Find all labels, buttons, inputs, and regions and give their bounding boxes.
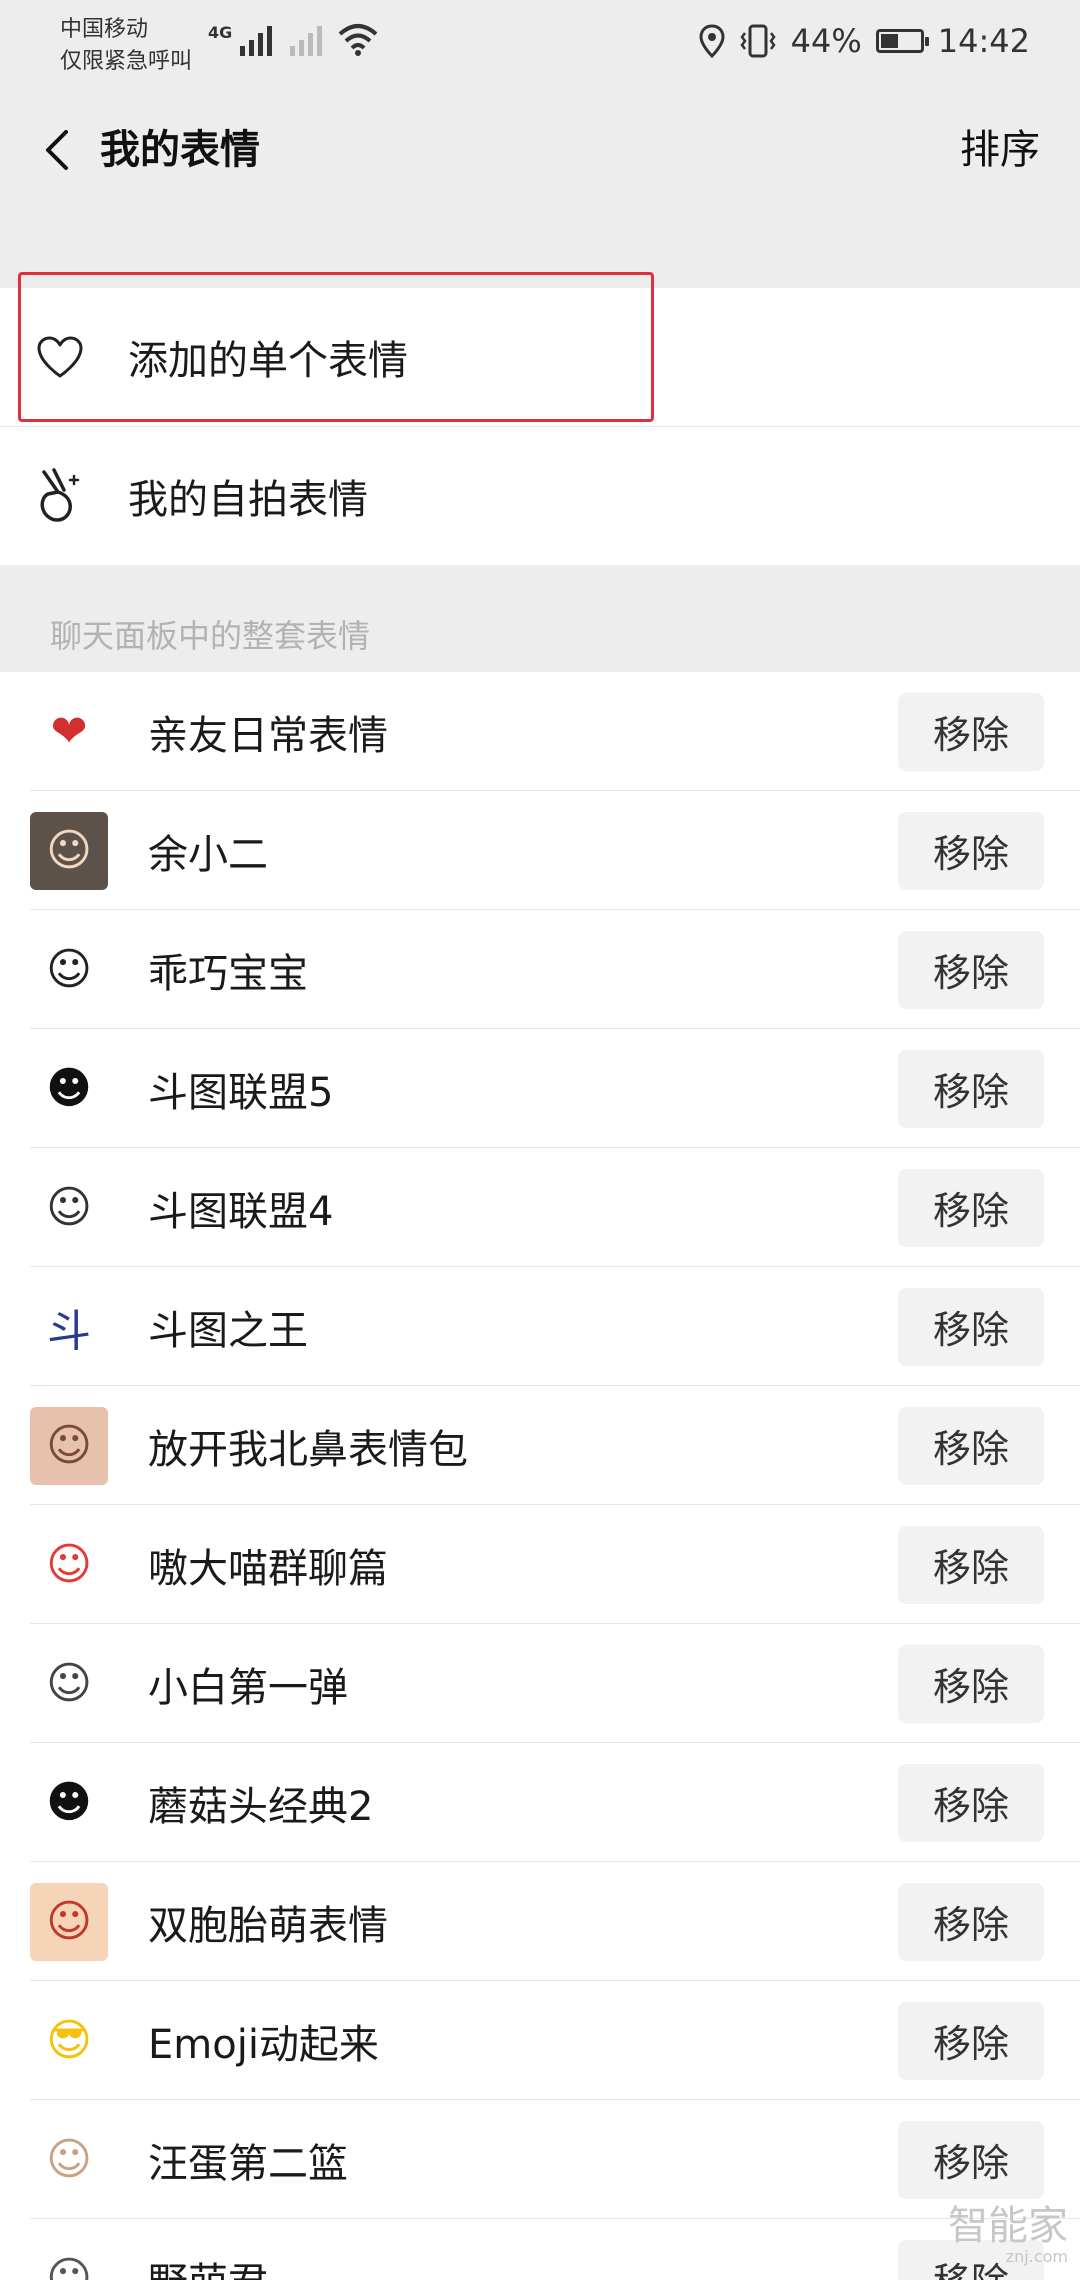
remove-button[interactable]: 移除 <box>898 811 1044 890</box>
sticker-pack-name: Emoji动起来 <box>148 2021 379 2068</box>
remove-button[interactable]: 移除 <box>898 1525 1044 1604</box>
sticker-pack-row[interactable]: ☺ 汪蛋第二篮 移除 <box>0 2100 1080 2219</box>
remove-button[interactable]: 移除 <box>898 1882 1044 1961</box>
sticker-pack-name: 汪蛋第二篮 <box>148 2140 348 2187</box>
sticker-pack-row[interactable]: ☺野萌君移除 <box>0 2219 1080 2280</box>
meme-face-icon: ☺ <box>30 1168 108 1247</box>
remove-button[interactable]: 移除 <box>898 692 1044 771</box>
sticker-pack-name: 蘑菇头经典2 <box>148 1783 374 1830</box>
battery-fill <box>880 34 898 48</box>
nav-bar: 我的表情 排序 <box>0 100 1080 200</box>
sticker-pack-name: 余小二 <box>148 831 268 878</box>
victory-hand-icon <box>32 468 88 524</box>
battery-percent: 44% <box>790 22 862 60</box>
baby-photo-icon: ☺ <box>30 1406 108 1485</box>
watermark-domain: znj.com <box>1005 2247 1068 2266</box>
sticker-pack-name: 亲友日常表情 <box>148 712 388 759</box>
sticker-pack-row[interactable]: ☺ 余小二 移除 <box>0 791 1080 910</box>
round-face-icon: ☺ <box>30 2239 108 2280</box>
twins-photo-icon: ☺ <box>30 1882 108 1961</box>
sticker-pack-row[interactable]: ☺ 双胞胎萌表情 移除 <box>0 1862 1080 1981</box>
no-signal-bars-icon <box>290 22 323 56</box>
carrier-status: 仅限紧急呼叫 <box>60 49 193 74</box>
remove-button[interactable]: 移除 <box>898 1168 1044 1247</box>
carrier-info: 中国移动 仅限紧急呼叫 <box>60 14 192 78</box>
remove-button[interactable]: 移除 <box>898 1644 1044 1723</box>
remove-button[interactable]: 移除 <box>898 2120 1044 2199</box>
sunglasses-emoji-icon: 😎 <box>30 2001 108 2080</box>
sticker-pack-row[interactable]: 斗斗图之王 移除 <box>0 1267 1080 1386</box>
status-bar: 中国移动 仅限紧急呼叫 4G 44% 14:42 <box>0 0 1080 100</box>
sticker-pack-row[interactable]: ☺ 放开我北鼻表情包 移除 <box>0 1386 1080 1505</box>
sticker-pack-row[interactable]: ☺ 嗷大喵群聊篇 移除 <box>0 1505 1080 1624</box>
sticker-pack-list: ❤ 亲友日常表情 移除 ☺ 余小二 移除 ☺ 乖巧宝宝 移除 ☻ 斗图联盟5 移除 ☺ 斗图联盟4 移除斗斗… <box>0 672 1080 2280</box>
sticker-pack-row[interactable]: ☻ 蘑菇头经典2 移除 <box>0 1743 1080 1862</box>
sticker-pack-row[interactable]: 😎 Emoji动起来 移除 <box>0 1981 1080 2100</box>
menu-item-label: 我的自拍表情 <box>128 477 368 523</box>
watermark-logo: 智能家 znj.com <box>948 2204 1068 2266</box>
remove-button[interactable]: 移除 <box>898 1406 1044 1485</box>
sticker-pack-name: 野萌君 <box>148 2250 898 2280</box>
remove-button[interactable]: 移除 <box>898 1763 1044 1842</box>
meme-face-icon: ☻ <box>30 1049 108 1128</box>
sticker-pack-row[interactable]: ☺ 斗图联盟4 移除 <box>0 1148 1080 1267</box>
battery-icon <box>875 29 929 53</box>
sticker-pack-name: 斗图联盟4 <box>148 1188 334 1235</box>
white-blob-icon: ☺ <box>30 930 108 1009</box>
small-face-icon: ☺ <box>30 1644 108 1723</box>
sticker-pack-row[interactable]: ☺ 小白第一弹 移除 <box>0 1624 1080 1743</box>
sticker-menu: 添加的单个表情 我的自拍表情 <box>0 288 1080 565</box>
wifi-icon <box>338 24 378 56</box>
remove-button[interactable]: 移除 <box>898 930 1044 1009</box>
heart-sticker-icon: ❤ <box>30 692 108 771</box>
chevron-left-icon <box>46 130 68 170</box>
menu-item-selfie-stickers[interactable]: 我的自拍表情 <box>0 426 1080 565</box>
menu-item-single-stickers[interactable]: 添加的单个表情 <box>0 288 1080 426</box>
photo-face-icon: ☺ <box>30 811 108 890</box>
cat-face-icon: ☺ <box>30 1525 108 1604</box>
sticker-pack-name: 放开我北鼻表情包 <box>148 1426 468 1473</box>
status-right: 44% 14:42 <box>699 22 1030 60</box>
vibrate-icon <box>740 24 776 58</box>
carrier-name: 中国移动 <box>60 17 149 42</box>
clock: 14:42 <box>937 22 1030 60</box>
sticker-pack-name: 斗图联盟5 <box>148 1069 334 1116</box>
egg-face-icon: ☺ <box>30 2120 108 2199</box>
menu-item-label: 添加的单个表情 <box>128 338 408 384</box>
mushroom-head-icon: ☻ <box>30 1763 108 1842</box>
signal-indicators: 4G <box>208 22 378 56</box>
remove-button[interactable]: 移除 <box>898 1287 1044 1366</box>
heart-icon <box>32 329 88 385</box>
sticker-pack-name: 斗图之王 <box>148 1307 308 1354</box>
page-title: 我的表情 <box>100 127 260 173</box>
network-type: 4G <box>208 23 233 42</box>
sort-button[interactable]: 排序 <box>960 122 1040 178</box>
remove-button[interactable]: 移除 <box>898 2001 1044 2080</box>
sticker-pack-name: 乖巧宝宝 <box>148 950 308 997</box>
watermark-text: 智能家 <box>948 2203 1068 2249</box>
sticker-pack-name: 嗷大喵群聊篇 <box>148 1545 388 1592</box>
back-button[interactable] <box>30 122 86 178</box>
sticker-pack-name: 小白第一弹 <box>148 1664 348 1711</box>
sticker-pack-row[interactable]: ☻ 斗图联盟5 移除 <box>0 1029 1080 1148</box>
remove-button[interactable]: 移除 <box>898 1049 1044 1128</box>
sticker-pack-row[interactable]: ❤ 亲友日常表情 移除 <box>0 672 1080 791</box>
sticker-pack-row[interactable]: ☺ 乖巧宝宝 移除 <box>0 910 1080 1029</box>
section-header: 聊天面板中的整套表情 <box>50 617 371 655</box>
location-icon <box>699 24 725 58</box>
signal-bars-icon <box>240 22 273 56</box>
sticker-pack-name: 双胞胎萌表情 <box>148 1902 388 1949</box>
text-logo-icon: 斗 <box>30 1287 108 1366</box>
